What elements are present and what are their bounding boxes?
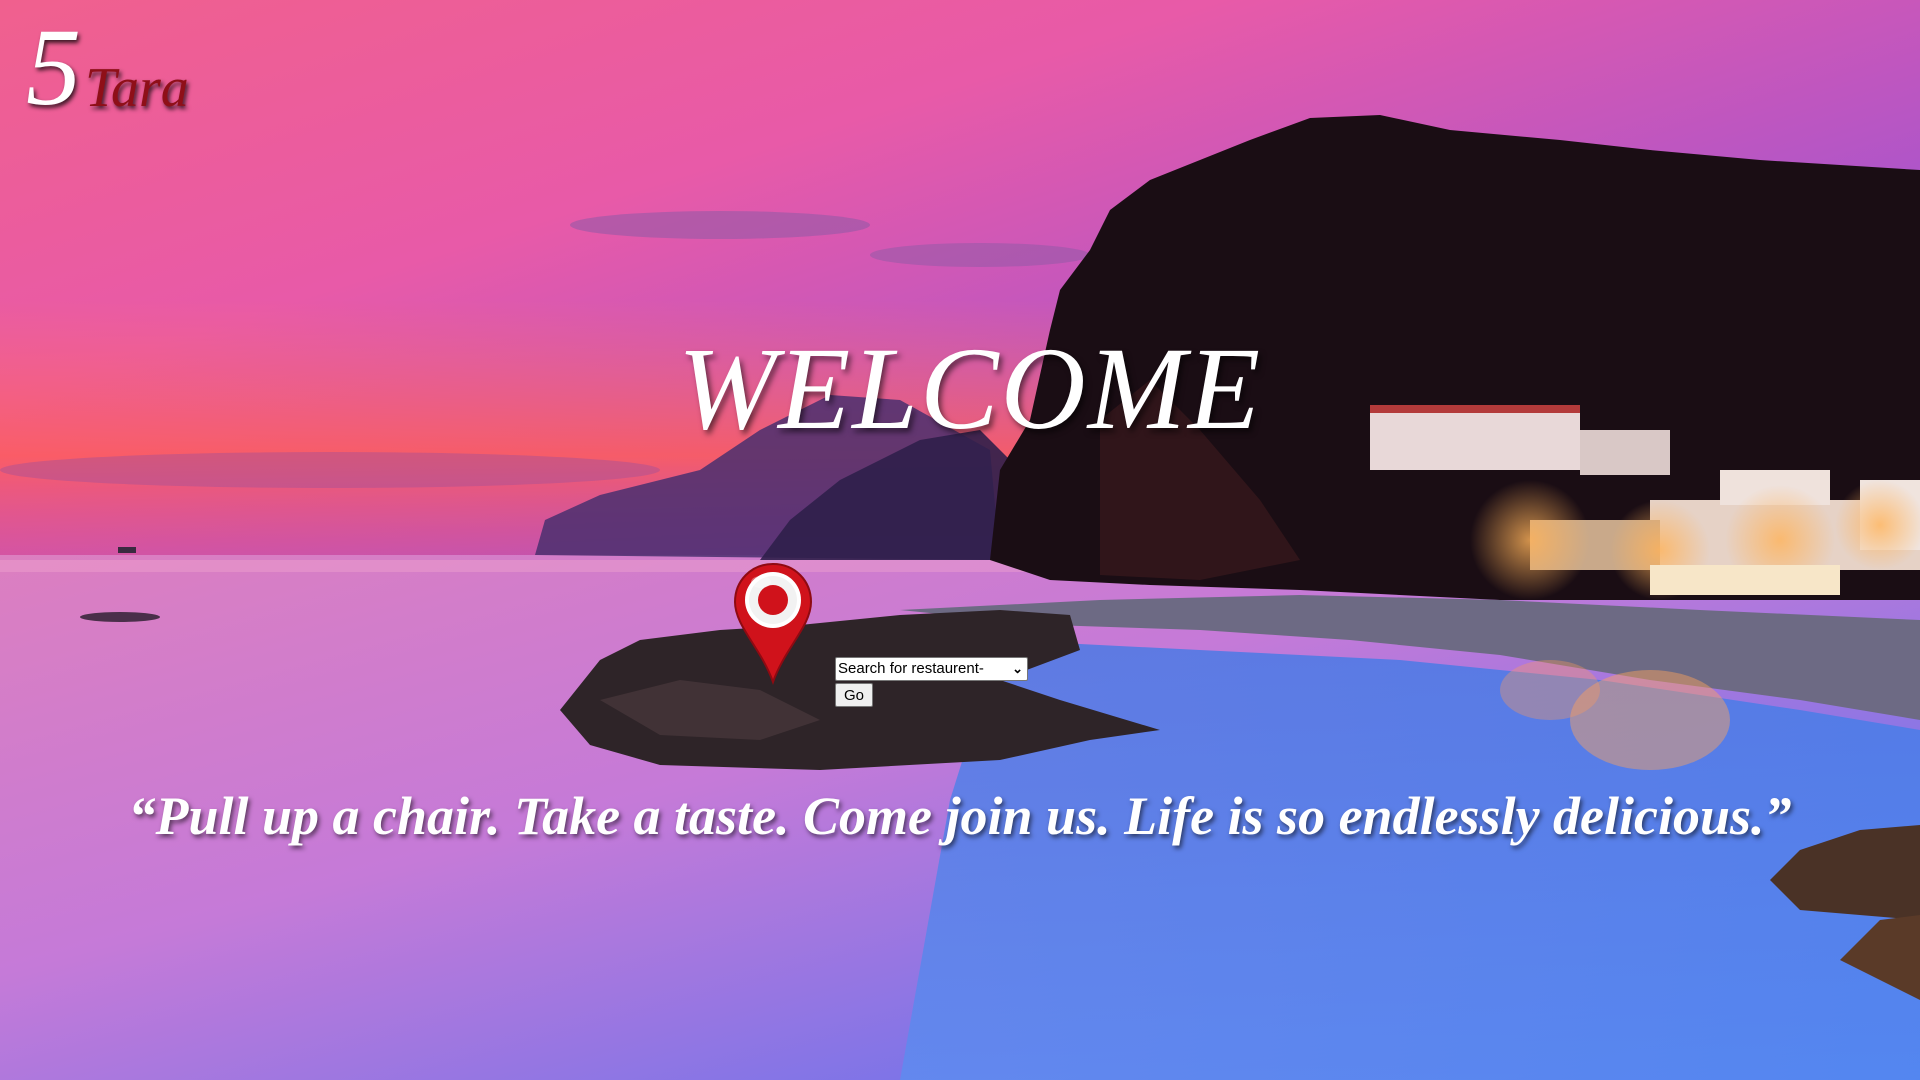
background-image xyxy=(0,0,1920,1080)
chevron-down-icon: ⌄ xyxy=(1012,661,1023,676)
restaurant-search-form: Search for restaurent- ⌄ Go xyxy=(835,657,1028,707)
go-button[interactable]: Go xyxy=(835,683,874,707)
restaurant-search-select[interactable]: Search for restaurent- ⌄ xyxy=(835,657,1028,681)
logo-number: 5 xyxy=(26,6,81,128)
tagline-quote: “Pull up a chair. Take a taste. Come joi… xyxy=(128,786,1792,846)
welcome-heading: WELCOME xyxy=(677,323,1263,454)
restaurant-search-select-value: Search for restaurent- xyxy=(838,660,984,677)
location-pin-icon xyxy=(733,562,813,686)
logo-name: Tara xyxy=(85,57,189,119)
site-logo[interactable]: 5 Tara xyxy=(26,12,189,122)
